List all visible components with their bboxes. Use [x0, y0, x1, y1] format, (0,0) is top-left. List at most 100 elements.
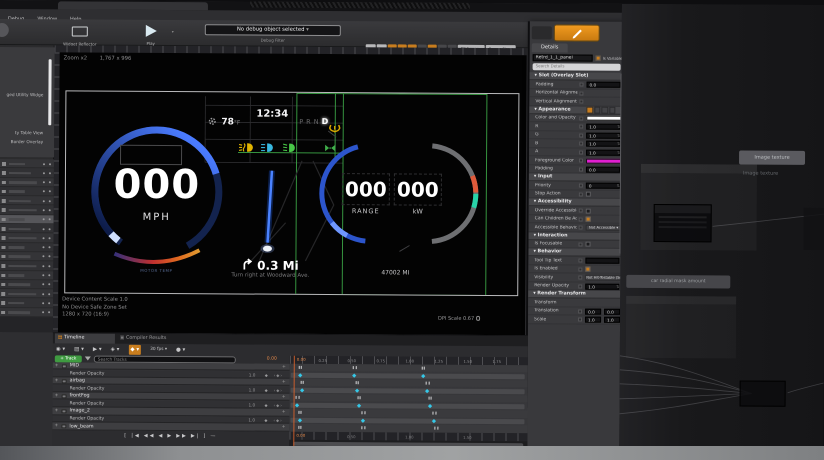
graph-mode-button[interactable] [532, 26, 552, 39]
transport-control-3[interactable]: ◀ [158, 433, 164, 439]
filter-icon[interactable] [85, 356, 91, 360]
add-keyframe-icon[interactable]: ◆ [265, 403, 268, 408]
property-bind-box[interactable] [578, 267, 582, 271]
eye-icon[interactable] [43, 209, 45, 211]
property-bind-box[interactable] [578, 309, 582, 313]
lock-icon[interactable] [49, 163, 51, 165]
transport-control-4[interactable]: ▶ [167, 433, 173, 439]
lock-icon[interactable] [48, 312, 50, 314]
palette-item-2[interactable]: Border Overlay [11, 140, 44, 145]
lock-icon[interactable] [49, 181, 51, 183]
designer-canvas[interactable]: Zoom x2 1,767 x 996 Device Content Scale… [58, 52, 527, 335]
add-section-icon[interactable]: + [282, 395, 286, 400]
eye-icon[interactable] [43, 172, 45, 174]
eye-icon[interactable] [43, 191, 45, 193]
hierarchy-row[interactable] [0, 233, 54, 243]
timeline-track-area[interactable] [289, 364, 527, 433]
dpi-settings-icon[interactable] [476, 316, 481, 321]
details-search-input[interactable]: Search Details [533, 63, 621, 70]
details-value-field[interactable]: 1.0 [586, 132, 620, 138]
spinner-icon[interactable]: ⇅ [616, 284, 619, 288]
property-bind-box[interactable] [579, 184, 583, 188]
details-value-field[interactable]: 1.0 [586, 141, 620, 147]
add-section-icon[interactable]: + [282, 410, 286, 415]
hierarchy-row[interactable] [0, 178, 54, 188]
hierarchy-row[interactable] [0, 298, 53, 308]
prev-next-key-icons[interactable]: ‹◆› [274, 403, 283, 408]
eye-icon[interactable] [43, 219, 45, 221]
details-value-field-x[interactable]: 1.0 [585, 317, 601, 323]
sequencer-toolbar-icon-5[interactable]: 30 fps ▾ [150, 345, 167, 355]
add-keyframe-icon[interactable]: ◆ [265, 373, 268, 378]
opacity-section-bar[interactable] [291, 403, 525, 409]
align-button-0[interactable] [586, 107, 593, 114]
hierarchy-row[interactable] [0, 224, 54, 234]
transport-control-1[interactable]: |◀ [131, 433, 141, 439]
property-bind-box[interactable] [579, 159, 583, 163]
hierarchy-row[interactable] [0, 159, 54, 169]
lock-icon[interactable] [49, 200, 51, 202]
add-keyframe-icon[interactable]: ◆ [265, 388, 268, 393]
eye-icon[interactable] [42, 302, 44, 304]
lock-icon[interactable] [49, 172, 51, 174]
eye-icon[interactable] [42, 256, 44, 258]
property-bind-box[interactable] [579, 150, 583, 154]
prev-next-key-icons[interactable]: ‹◆› [274, 388, 283, 393]
expander-icon[interactable]: + [55, 394, 59, 399]
tab-timeline[interactable]: ▤ Timeline [55, 333, 115, 343]
property-bind-box[interactable] [579, 242, 583, 246]
details-value-field-y[interactable]: 1.0 [604, 317, 620, 323]
lock-icon[interactable] [48, 246, 50, 248]
track-group-row[interactable]: +low_beam+ [52, 423, 289, 432]
add-track-button[interactable]: + Track [55, 355, 82, 362]
designer-mode-button[interactable] [554, 24, 600, 41]
transport-control-7[interactable]: ] [203, 433, 207, 439]
property-bind-box[interactable] [578, 284, 582, 288]
checkbox[interactable] [586, 217, 591, 222]
property-bind-box[interactable] [578, 276, 582, 280]
graph-node-partial[interactable] [803, 208, 824, 250]
eye-icon[interactable] [42, 265, 44, 267]
cluster-widget[interactable]: 000 MPH MOTOR TEMP 78°F 12:34 PRND [64, 90, 519, 296]
align-button-3[interactable] [609, 107, 616, 114]
eye-icon[interactable] [42, 246, 44, 248]
lock-icon[interactable] [48, 284, 50, 286]
sequencer-toolbar-icon-1[interactable]: ▤ ▾ [74, 344, 84, 354]
property-bind-box[interactable] [579, 217, 583, 221]
hierarchy-row[interactable] [0, 187, 54, 197]
details-value-field-y[interactable]: 0.0 [604, 308, 620, 314]
property-bind-box[interactable] [579, 83, 583, 87]
hierarchy-row[interactable] [0, 196, 54, 206]
palette-item-0[interactable]: ged Utility Widge [6, 93, 43, 98]
checkbox[interactable] [586, 192, 591, 197]
prev-next-key-icons[interactable]: ‹◆› [274, 373, 283, 378]
transport-control-2[interactable]: ◀◀ [144, 433, 156, 439]
hierarchy-row[interactable] [0, 252, 53, 262]
checkbox[interactable] [586, 242, 591, 247]
tab-compiler-results[interactable]: ▣ Compiler Results [117, 334, 189, 344]
debug-object-dropdown[interactable]: No debug object selected ▾ [205, 24, 341, 36]
widget-name-field[interactable]: Retrd_1_1_panel [533, 54, 593, 61]
details-value-field[interactable]: 0.0 [586, 82, 620, 88]
expander-icon[interactable]: + [55, 363, 59, 368]
palette-item-1[interactable]: ty Table View [15, 131, 43, 136]
prev-next-key-icons[interactable]: ‹◆› [273, 418, 282, 423]
hierarchy-row[interactable] [0, 205, 54, 215]
align-button-1[interactable] [594, 107, 601, 114]
sequencer-toolbar-icon-3[interactable]: ◈ ▾ [111, 345, 120, 355]
eye-icon[interactable] [42, 293, 44, 295]
hierarchy-row[interactable] [0, 308, 53, 318]
details-value-field-x[interactable]: 0.0 [585, 308, 601, 314]
color-swatch[interactable] [586, 116, 622, 121]
details-value-field[interactable]: 1.0 [585, 283, 619, 289]
lock-icon[interactable] [49, 209, 51, 211]
property-bind-box[interactable] [579, 167, 583, 171]
sequencer-toolbar-icon-0[interactable]: ◉ ▾ [56, 344, 65, 354]
eye-icon[interactable] [42, 284, 44, 286]
palette-scrollbar[interactable] [48, 59, 51, 125]
play-button[interactable]: Play [138, 22, 164, 44]
eye-icon[interactable] [43, 228, 45, 230]
lock-icon[interactable] [49, 237, 51, 239]
details-dropdown-button[interactable]: Not Accessible ▾ [586, 225, 622, 231]
property-bind-box[interactable] [578, 259, 582, 263]
